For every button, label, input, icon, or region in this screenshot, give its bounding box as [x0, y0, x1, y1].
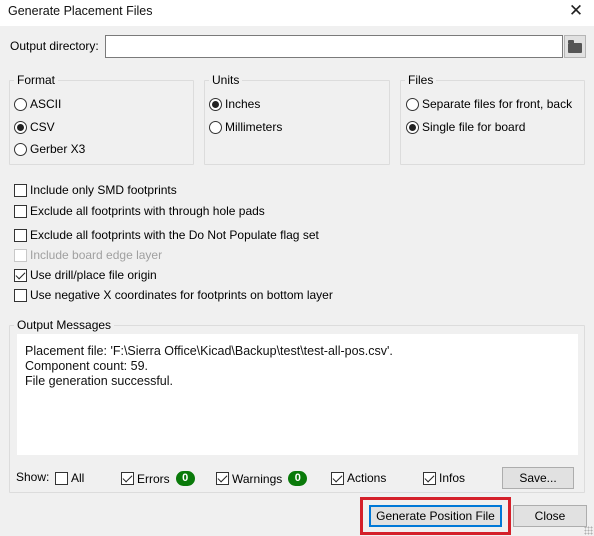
browse-folder-button[interactable]: [564, 35, 586, 58]
radio-button[interactable]: [14, 97, 27, 111]
resize-grip[interactable]: [584, 526, 593, 535]
radio-button[interactable]: [14, 142, 27, 156]
exclude-dnp-checkbox[interactable]: Exclude all footprints with the Do Not P…: [14, 228, 319, 242]
generate-position-file-button[interactable]: Generate Position File: [369, 505, 502, 527]
include-board-edge-checkbox: Include board edge layer: [14, 248, 162, 262]
negative-x-bottom-label: Use negative X coordinates for footprint…: [30, 288, 333, 302]
output-directory-input[interactable]: [105, 35, 563, 58]
checkbox[interactable]: [14, 204, 27, 218]
use-drill-origin-label: Use drill/place file origin: [30, 268, 157, 282]
output-messages-box[interactable]: Placement file: 'F:\Sierra Office\Kicad\…: [17, 334, 578, 455]
show-infos-label: Infos: [439, 471, 466, 485]
errors-count-badge: 0: [175, 471, 195, 486]
exclude-through-hole-checkbox[interactable]: Exclude all footprints with through hole…: [14, 204, 265, 218]
message-line: File generation successful.: [25, 374, 173, 388]
message-line: Placement file: 'F:\Sierra Office\Kicad\…: [25, 344, 393, 358]
format-gerber-x3-label: Gerber X3: [30, 142, 86, 156]
show-all-checkbox[interactable]: All: [55, 471, 84, 485]
show-warnings-checkbox[interactable]: Warnings 0: [216, 471, 308, 486]
checkbox[interactable]: [423, 471, 436, 485]
include-smd-only-checkbox[interactable]: Include only SMD footprints: [14, 183, 177, 197]
show-label: Show:: [16, 470, 50, 484]
show-warnings-label: Warnings: [232, 471, 283, 486]
checkbox[interactable]: [14, 228, 27, 242]
format-gerber-x3-radio[interactable]: Gerber X3: [14, 142, 85, 156]
files-separate-label: Separate files for front, back: [422, 97, 573, 111]
units-legend: Units: [212, 73, 240, 87]
files-group: Files: [400, 73, 585, 165]
radio-button[interactable]: [406, 97, 419, 111]
checkbox[interactable]: [14, 183, 27, 197]
output-messages-legend: Output Messages: [17, 318, 112, 332]
files-separate-radio[interactable]: Separate files for front, back: [406, 97, 572, 111]
title-bar: Generate Placement Files ✕: [0, 0, 594, 26]
close-icon[interactable]: ✕: [566, 1, 586, 21]
format-legend: Format: [17, 73, 56, 87]
warnings-count-badge: 0: [288, 471, 308, 486]
show-errors-label: Errors: [137, 471, 170, 486]
exclude-dnp-label: Exclude all footprints with the Do Not P…: [30, 228, 319, 242]
radio-button[interactable]: [209, 120, 222, 134]
checkbox[interactable]: [121, 472, 134, 485]
units-inches-radio[interactable]: Inches: [209, 97, 260, 111]
units-millimeters-label: Millimeters: [225, 120, 283, 134]
checkbox[interactable]: [55, 471, 68, 485]
checkbox[interactable]: [216, 472, 229, 485]
include-smd-only-label: Include only SMD footprints: [30, 183, 177, 197]
format-csv-radio[interactable]: CSV: [14, 120, 55, 134]
dialog-body: Output directory: Format ASCII CSV Gerbe…: [0, 26, 594, 536]
checkbox: [14, 248, 27, 262]
show-errors-checkbox[interactable]: Errors 0: [121, 471, 195, 486]
files-single-radio[interactable]: Single file for board: [406, 120, 525, 134]
message-line: Component count: 59.: [25, 359, 148, 373]
checkbox[interactable]: [14, 288, 27, 302]
negative-x-bottom-checkbox[interactable]: Use negative X coordinates for footprint…: [14, 288, 333, 302]
use-drill-origin-checkbox[interactable]: Use drill/place file origin: [14, 268, 157, 282]
exclude-through-hole-label: Exclude all footprints with through hole…: [30, 204, 265, 218]
show-actions-label: Actions: [347, 471, 387, 485]
units-inches-label: Inches: [225, 97, 261, 111]
radio-button[interactable]: [209, 97, 222, 111]
window-title: Generate Placement Files: [8, 4, 153, 18]
units-group: Units: [204, 73, 390, 165]
checkbox[interactable]: [14, 268, 27, 282]
format-ascii-label: ASCII: [30, 97, 62, 111]
close-button[interactable]: Close: [513, 505, 587, 527]
folder-icon: [568, 39, 582, 53]
format-csv-label: CSV: [30, 120, 55, 134]
save-button[interactable]: Save...: [502, 467, 574, 489]
checkbox[interactable]: [331, 471, 344, 485]
files-legend: Files: [408, 73, 434, 87]
show-actions-checkbox[interactable]: Actions: [331, 471, 386, 485]
units-millimeters-radio[interactable]: Millimeters: [209, 120, 282, 134]
radio-button[interactable]: [406, 120, 419, 134]
radio-button[interactable]: [14, 120, 27, 134]
files-single-label: Single file for board: [422, 120, 526, 134]
format-ascii-radio[interactable]: ASCII: [14, 97, 61, 111]
include-board-edge-label: Include board edge layer: [30, 248, 163, 262]
output-directory-label: Output directory:: [10, 39, 99, 53]
show-all-label: All: [71, 471, 85, 485]
show-infos-checkbox[interactable]: Infos: [423, 471, 465, 485]
